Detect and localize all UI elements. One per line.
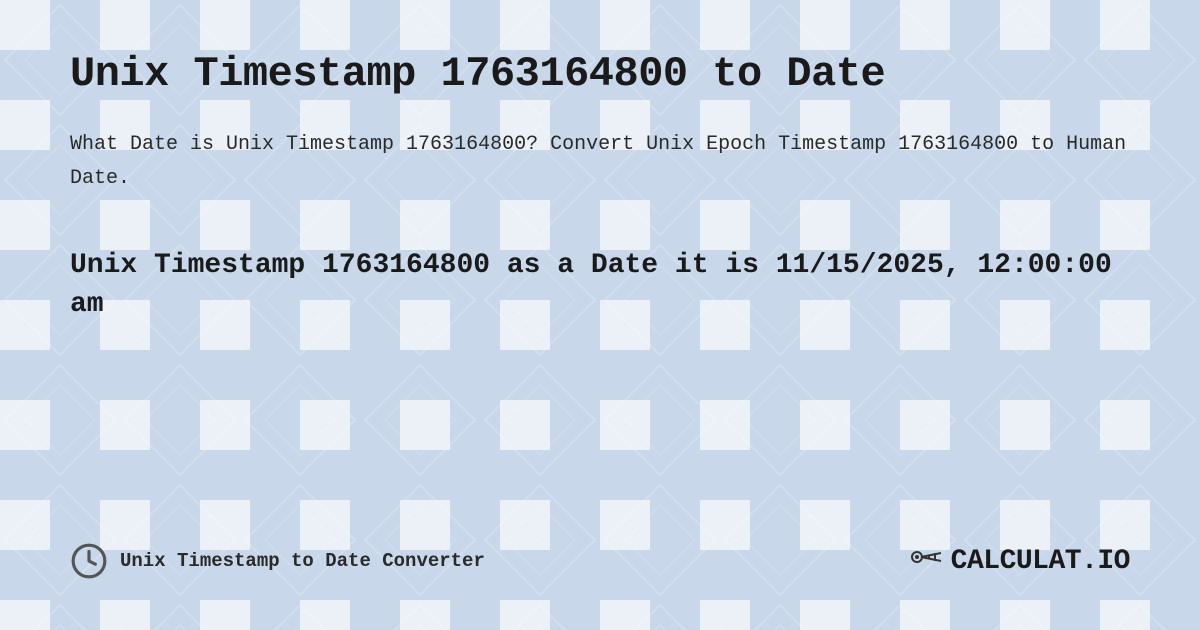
page-description: What Date is Unix Timestamp 1763164800? … [70, 128, 1130, 196]
logo-text: CALCULAT.IO [951, 546, 1130, 577]
logo-icon [907, 543, 943, 579]
footer-label: Unix Timestamp to Date Converter [120, 550, 485, 572]
page-title: Unix Timestamp 1763164800 to Date [70, 50, 1130, 98]
result-text: Unix Timestamp 1763164800 as a Date it i… [70, 246, 1130, 324]
logo: CALCULAT.IO [907, 543, 1130, 579]
clock-icon [70, 542, 108, 580]
